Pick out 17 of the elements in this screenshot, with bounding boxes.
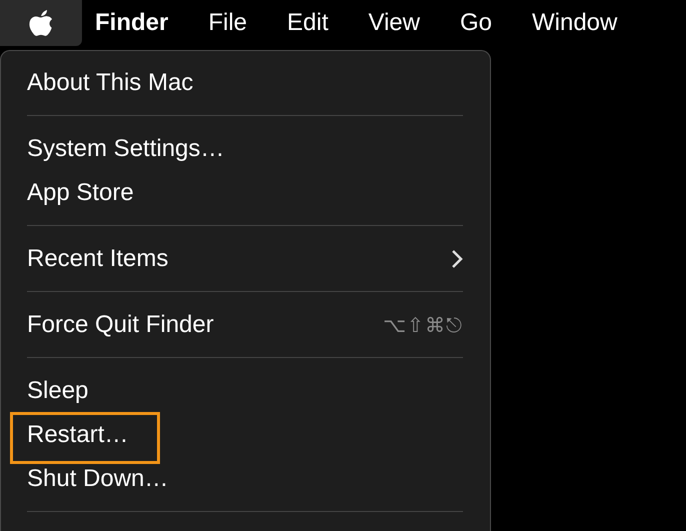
- menu-bar-item[interactable]: Window: [518, 9, 618, 37]
- menu-item[interactable]: About This Mac: [27, 69, 463, 97]
- menu-item[interactable]: Restart…: [27, 421, 463, 449]
- menu-bar-item[interactable]: File: [195, 9, 248, 37]
- menu-item[interactable]: Sleep: [27, 377, 463, 405]
- menu-item[interactable]: Recent Items: [27, 245, 451, 273]
- menu-bar-item[interactable]: Edit: [274, 9, 328, 37]
- apple-logo-icon: [28, 8, 54, 38]
- menu-bar-item[interactable]: View: [355, 9, 420, 37]
- menu-bar-item[interactable]: Go: [446, 9, 492, 37]
- menu-item[interactable]: Shut Down…: [27, 465, 463, 493]
- menu-item[interactable]: App Store: [27, 179, 463, 207]
- menu-item[interactable]: System Settings…: [27, 135, 463, 163]
- keyboard-shortcut: ⌥⇧⌘⎋: [383, 314, 463, 338]
- apple-menu-button[interactable]: [0, 0, 82, 46]
- app-menu-title[interactable]: Finder: [82, 9, 168, 37]
- menu-item[interactable]: Force Quit Finder: [27, 311, 383, 339]
